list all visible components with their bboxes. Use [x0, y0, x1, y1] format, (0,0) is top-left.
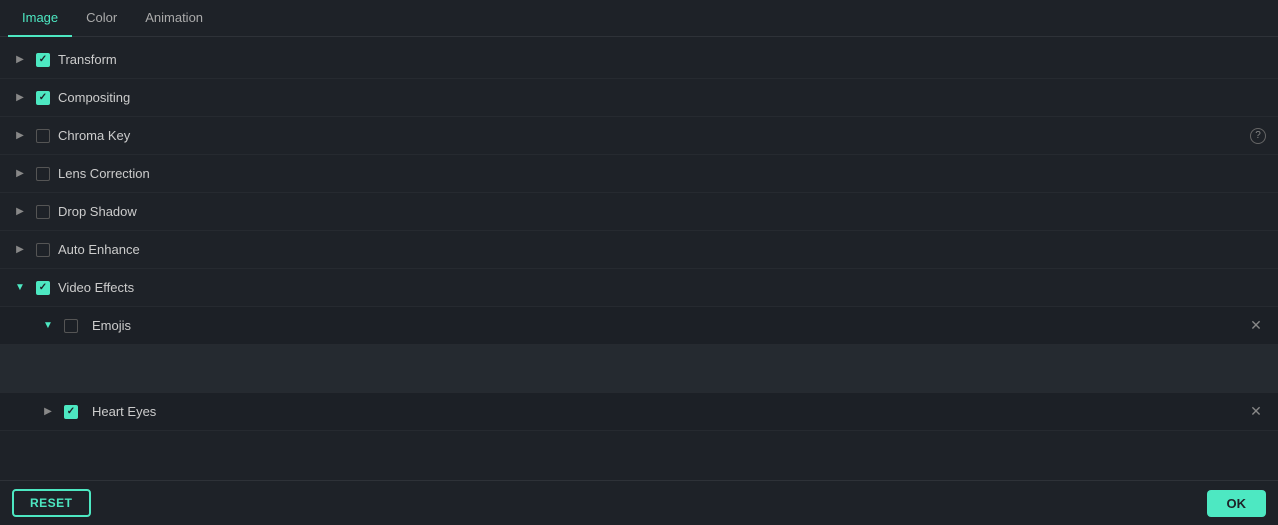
property-row-transform: ▶ Transform — [0, 41, 1278, 79]
checkbox-video-effects[interactable] — [36, 281, 50, 295]
expand-arrow-transform[interactable]: ▶ — [12, 52, 28, 68]
label-heart-eyes: Heart Eyes — [92, 404, 1246, 419]
property-row-drop-shadow: ▶ Drop Shadow — [0, 193, 1278, 231]
checkbox-auto-enhance[interactable] — [36, 243, 50, 257]
ok-button[interactable]: OK — [1207, 490, 1267, 517]
property-row-video-effects: ▼ Video Effects — [0, 269, 1278, 307]
label-compositing: Compositing — [58, 90, 1266, 105]
expand-arrow-chroma-key[interactable]: ▶ — [12, 128, 28, 144]
checkbox-heart-eyes[interactable] — [64, 405, 78, 419]
label-emojis: Emojis — [92, 318, 1246, 333]
label-transform: Transform — [58, 52, 1266, 67]
reset-button[interactable]: RESET — [12, 489, 91, 517]
expand-arrow-heart-eyes[interactable]: ▶ — [40, 404, 56, 420]
emojis-expanded-content — [0, 345, 1278, 393]
close-heart-eyes-button[interactable]: ✕ — [1246, 402, 1266, 422]
video-effects-children: ▼ Emojis ✕ ▶ Heart Eyes ✕ — [0, 307, 1278, 431]
tab-animation[interactable]: Animation — [131, 0, 217, 37]
tab-image[interactable]: Image — [8, 0, 72, 37]
tab-bar: Image Color Animation — [0, 0, 1278, 37]
label-drop-shadow: Drop Shadow — [58, 204, 1266, 219]
property-row-auto-enhance: ▶ Auto Enhance — [0, 231, 1278, 269]
property-row-chroma-key: ▶ Chroma Key ? — [0, 117, 1278, 155]
property-row-compositing: ▶ Compositing — [0, 79, 1278, 117]
checkbox-chroma-key[interactable] — [36, 129, 50, 143]
expand-arrow-auto-enhance[interactable]: ▶ — [12, 242, 28, 258]
checkbox-compositing[interactable] — [36, 91, 50, 105]
help-icon-chroma-key[interactable]: ? — [1250, 128, 1266, 144]
checkbox-drop-shadow[interactable] — [36, 205, 50, 219]
sub-row-heart-eyes: ▶ Heart Eyes ✕ — [0, 393, 1278, 431]
expand-arrow-lens-correction[interactable]: ▶ — [12, 166, 28, 182]
tab-color[interactable]: Color — [72, 0, 131, 37]
property-row-lens-correction: ▶ Lens Correction — [0, 155, 1278, 193]
checkbox-emojis[interactable] — [64, 319, 78, 333]
checkbox-transform[interactable] — [36, 53, 50, 67]
label-video-effects: Video Effects — [58, 280, 1266, 295]
footer: RESET OK — [0, 480, 1278, 525]
sub-row-emojis: ▼ Emojis ✕ — [0, 307, 1278, 345]
label-chroma-key: Chroma Key — [58, 128, 1244, 143]
label-lens-correction: Lens Correction — [58, 166, 1266, 181]
close-emojis-button[interactable]: ✕ — [1246, 316, 1266, 336]
expand-arrow-compositing[interactable]: ▶ — [12, 90, 28, 106]
expand-arrow-drop-shadow[interactable]: ▶ — [12, 204, 28, 220]
expand-arrow-emojis[interactable]: ▼ — [40, 318, 56, 334]
expand-arrow-video-effects[interactable]: ▼ — [12, 280, 28, 296]
label-auto-enhance: Auto Enhance — [58, 242, 1266, 257]
checkbox-lens-correction[interactable] — [36, 167, 50, 181]
properties-panel: ▶ Transform ▶ Compositing ▶ Chroma Key ?… — [0, 37, 1278, 480]
